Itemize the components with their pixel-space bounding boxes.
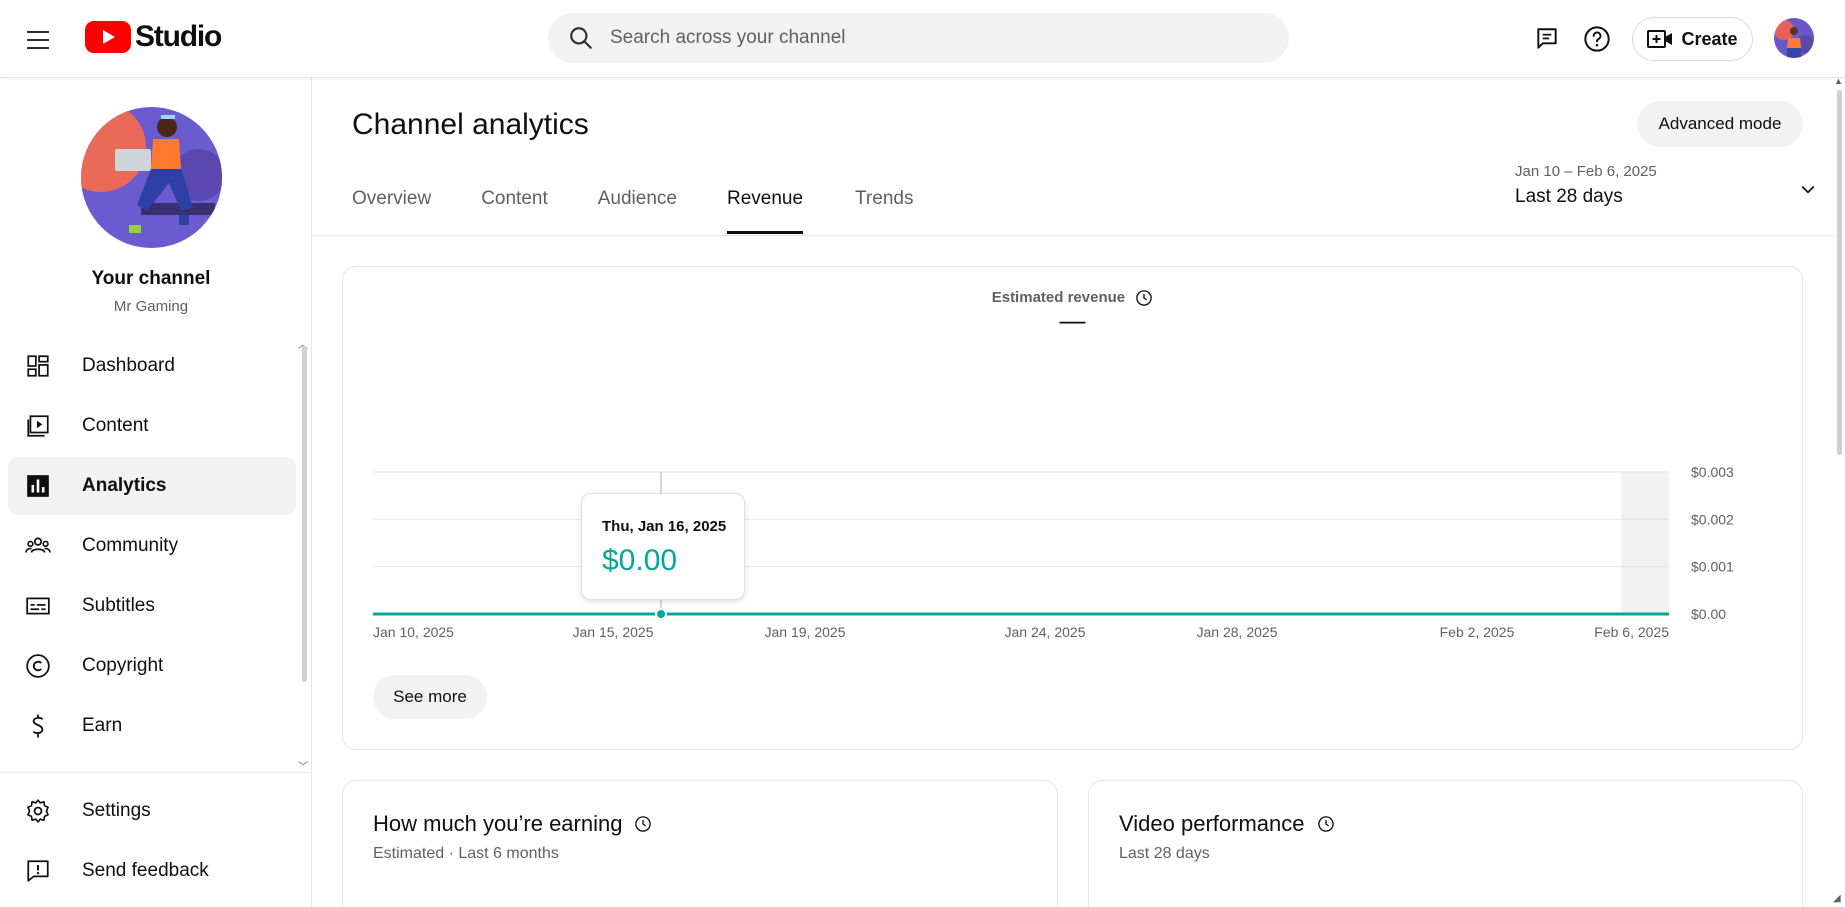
sidebar-item-label: Analytics (82, 475, 167, 496)
sidebar-item-content[interactable]: Content (8, 397, 296, 455)
x-tick-label: Feb 2, 2025 (1440, 624, 1515, 640)
tabs-divider (312, 235, 1833, 236)
sidebar-item-send-feedback[interactable]: Send feedback (8, 842, 296, 900)
create-label: Create (1681, 28, 1738, 49)
x-tick-label: Jan 10, 2025 (373, 624, 454, 640)
x-tick-label: Jan 19, 2025 (765, 624, 846, 640)
search-icon[interactable] (568, 25, 594, 51)
tooltip-date: Thu, Jan 16, 2025 (602, 518, 727, 535)
sidebar-item-copyright[interactable]: Copyright (8, 637, 296, 695)
help-icon[interactable] (1580, 22, 1614, 56)
tooltip-value: $0.00 (602, 544, 678, 577)
data-point (655, 608, 667, 620)
create-button[interactable]: Create (1632, 17, 1753, 61)
earn-icon (24, 712, 52, 740)
chart-tooltip: Thu, Jan 16, 2025 $0.00 (581, 493, 745, 600)
sidebar-item-subtitles[interactable]: Subtitles (8, 577, 296, 635)
revenue-chart-card: Estimated revenue — $0.003 $0.002 $0.001 $0… (342, 266, 1803, 750)
x-tick-label: Jan 28, 2025 (1197, 624, 1278, 640)
video-performance-card: Video performance Last 28 days (1088, 780, 1803, 907)
gear-icon (24, 797, 52, 825)
channel-title: Your channel (91, 268, 211, 289)
date-range-label: Last 28 days (1515, 186, 1623, 207)
messages-icon[interactable] (1530, 22, 1564, 56)
sidebar-item-label: Earn (82, 715, 123, 736)
youtube-logo-icon (85, 21, 131, 53)
performance-card-subtitle: Last 28 days (1119, 845, 1210, 862)
earning-card-subtitle: Estimated · Last 6 months (373, 845, 559, 862)
y-tick-label: $0.001 (1691, 559, 1734, 575)
channel-name: Mr Gaming (113, 298, 189, 315)
earning-title-text: How much you’re earning (373, 811, 623, 836)
feedback-icon (24, 857, 52, 885)
clock-icon[interactable] (1317, 815, 1335, 833)
create-video-icon (1647, 30, 1673, 48)
channel-avatar[interactable] (81, 107, 222, 248)
chevron-down-icon (1801, 185, 1815, 194)
content-icon (24, 412, 52, 440)
sidebar-scroll-down-icon[interactable]: ﹀ (298, 758, 308, 773)
sidebar: Your channel Mr Gaming Dashboard Content… (0, 78, 312, 907)
sidebar-item-earn[interactable]: Earn (8, 697, 296, 755)
date-range-text: Jan 10 – Feb 6, 2025 (1515, 163, 1657, 180)
sidebar-item-label: Settings (82, 800, 151, 821)
search-input[interactable] (610, 27, 1289, 49)
sidebar-item-label: Copyright (82, 655, 164, 676)
y-tick-label: $0.002 (1691, 511, 1734, 527)
x-tick-label: Jan 15, 2025 (573, 624, 654, 640)
sidebar-item-label: Content (82, 415, 149, 436)
partial-data-region (1621, 472, 1669, 614)
y-tick-label: $0.003 (1691, 464, 1734, 480)
top-bar: Studio Create (0, 0, 1845, 78)
dashboard-icon (24, 352, 52, 380)
resize-corner-icon: ◢ (1833, 893, 1841, 904)
x-tick-label: Jan 24, 2025 (1005, 624, 1086, 640)
sidebar-scrollbar[interactable] (302, 346, 307, 682)
x-tick-label: Feb 6, 2025 (1594, 624, 1669, 640)
studio-logo[interactable]: Studio (85, 20, 222, 54)
menu-icon[interactable] (22, 24, 54, 56)
messages-icon-glyph (1537, 28, 1557, 49)
help-icon-glyph (1584, 26, 1610, 52)
sidebar-item-analytics[interactable]: Analytics (8, 457, 296, 515)
logo-text: Studio (135, 20, 222, 53)
sidebar-item-label: Dashboard (82, 355, 175, 376)
analytics-tabs: Overview Content Audience Revenue Trends (352, 188, 913, 236)
subtitles-icon (24, 592, 52, 620)
search-bar[interactable] (548, 13, 1289, 63)
sidebar-item-settings[interactable]: Settings (8, 782, 296, 840)
sidebar-item-label: Subtitles (82, 595, 155, 616)
account-avatar-image (1774, 18, 1814, 58)
account-avatar[interactable] (1774, 18, 1814, 58)
tab-content[interactable]: Content (481, 188, 548, 236)
channel-avatar-image (81, 107, 222, 248)
community-icon (24, 532, 52, 560)
clock-icon[interactable] (634, 815, 652, 833)
tab-audience[interactable]: Audience (598, 188, 677, 236)
tab-overview[interactable]: Overview (352, 188, 431, 236)
performance-title-text: Video performance (1119, 811, 1305, 836)
sidebar-item-label: Community (82, 535, 179, 556)
date-range-picker[interactable]: Jan 10 – Feb 6, 2025 Last 28 days (1515, 163, 1828, 219)
revenue-line-chart[interactable]: $0.003 $0.002 $0.001 $0.00 Jan 10, 2025 Jan 1… (343, 267, 1804, 667)
sidebar-divider (0, 772, 311, 773)
tab-revenue[interactable]: Revenue (726, 188, 804, 236)
sidebar-item-dashboard[interactable]: Dashboard (8, 337, 296, 395)
sidebar-item-label: Send feedback (82, 860, 209, 881)
sidebar-item-community[interactable]: Community (8, 517, 296, 575)
earning-card-title: How much you’re earning (373, 811, 652, 837)
analytics-icon (24, 472, 52, 500)
copyright-icon (24, 652, 52, 680)
performance-card-title: Video performance (1119, 811, 1335, 837)
see-more-button[interactable]: See more (373, 675, 487, 719)
earning-card: How much you’re earning Estimated · Last… (342, 780, 1058, 907)
tab-trends[interactable]: Trends (855, 188, 913, 236)
advanced-mode-button[interactable]: Advanced mode (1637, 101, 1803, 147)
page-title: Channel analytics (352, 108, 589, 141)
main-scrollbar[interactable] (1837, 90, 1842, 455)
y-tick-label: $0.00 (1691, 606, 1726, 622)
